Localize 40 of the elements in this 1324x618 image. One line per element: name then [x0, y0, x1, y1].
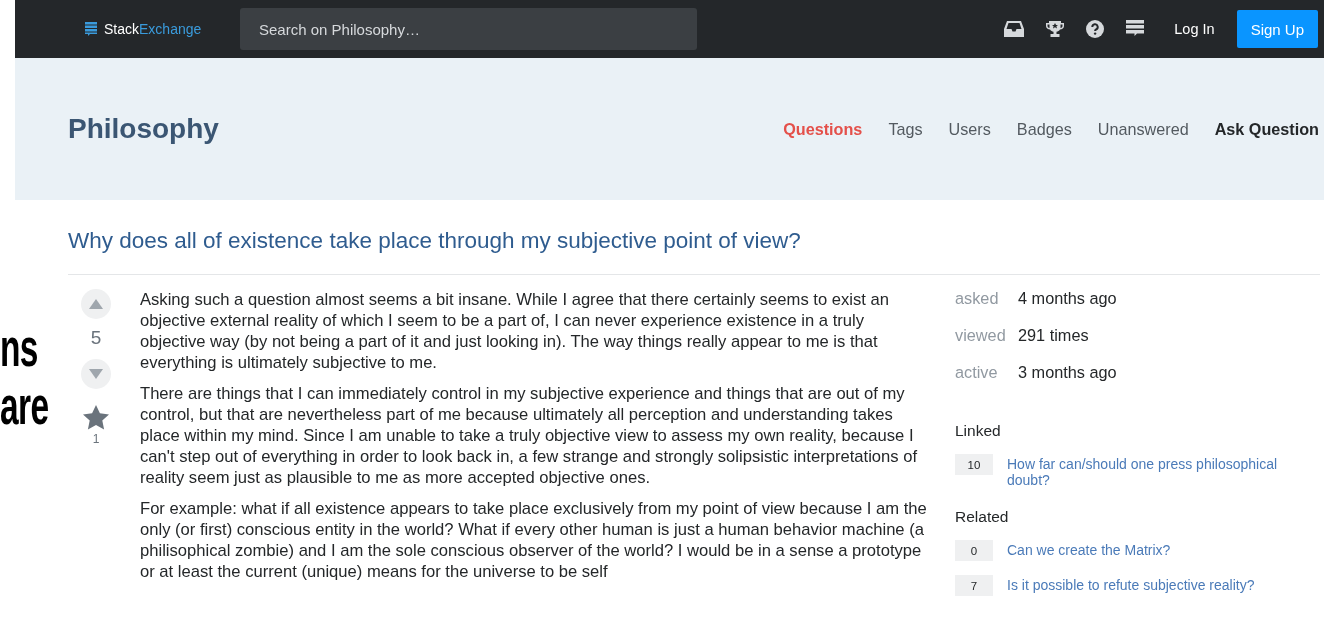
site-name[interactable]: Philosophy — [68, 113, 219, 145]
stat-value: 3 months ago — [1018, 363, 1117, 382]
login-link[interactable]: Log In — [1174, 21, 1215, 37]
stat-label: viewed — [955, 326, 1007, 345]
stack-menu-icon[interactable] — [1126, 20, 1145, 38]
question-link[interactable]: Is it possible to refute subjective reality? — [1007, 577, 1287, 596]
caption-text: ns — [0, 318, 38, 376]
question-link[interactable]: How far can/should one press philosophical doubt? — [1007, 456, 1287, 488]
question-link[interactable]: Can we create the Matrix? — [1007, 542, 1287, 561]
ask-question-link[interactable]: Ask Question — [1214, 119, 1319, 139]
site-logo[interactable]: StackExchange — [104, 21, 202, 37]
score-badge: 0 — [955, 540, 993, 561]
help-icon[interactable] — [1086, 20, 1105, 38]
stat-label: active — [955, 363, 999, 382]
nav-tab[interactable]: Unanswered — [1097, 119, 1189, 139]
post-paragraph: For example: what if all existence appears to take place exclusively from my point of view because I am the only (or first) conscious entity in the world? What if every other human is just a human behavior machine (a philisophical zombie) and I am the sole conscious observer of the world? I would be in a sense a prototype or at least the current (unique) means for the universe to be self — [140, 498, 928, 582]
post-paragraph: Asking such a question almost seems a bit insane. While I agree that there certainly seems to exist an objective external reality of which I seem to be a part of, I can never experience existence in a truly objective way (by not being a part of it and just looking in). The way things really appear to me is that everything is ultimately subjective to me. — [140, 289, 890, 373]
score-badge: 10 — [955, 454, 993, 475]
post-paragraph: There are things that I can immediately control in my subjective experience and things that are out of my control, but that are nevertheless part of me because ultimately all perception and understanding takes place within my mind. Since I am unable to take a truly objective view to assess my own reality, because I can't step out of everything in order to look back in, a few strange and strongly solipsistic interpretations of reality seem just as plausible to me as more accepted objective ones. — [140, 383, 919, 488]
favorite-count: 1 — [92, 432, 100, 446]
stat-value: 291 times — [1018, 326, 1089, 345]
nav-tab[interactable]: Tags — [888, 119, 923, 139]
trophy-icon[interactable] — [1046, 20, 1065, 38]
vote-count: 5 — [90, 327, 102, 349]
question-title[interactable]: Why does all of existence take place through my subjective point of view? — [68, 227, 1320, 275]
nav-tab[interactable]: Questions — [783, 119, 863, 139]
nav-tab[interactable]: Users — [948, 119, 991, 139]
logo-icon — [85, 22, 97, 36]
down-arrow-icon — [89, 369, 103, 379]
inbox-icon[interactable] — [1004, 21, 1025, 37]
section-heading: Related — [955, 508, 1010, 526]
star-icon[interactable] — [83, 405, 109, 430]
section-heading: Linked — [955, 422, 1002, 440]
up-arrow-icon — [89, 299, 103, 309]
score-badge: 7 — [955, 575, 993, 596]
caption-text: are — [0, 376, 49, 434]
search-field[interactable]: Search on Philosophy… — [240, 8, 697, 50]
nav-tab[interactable]: Badges — [1016, 119, 1072, 139]
stat-value: 4 months ago — [1018, 289, 1117, 308]
stat-label: asked — [955, 289, 1000, 308]
